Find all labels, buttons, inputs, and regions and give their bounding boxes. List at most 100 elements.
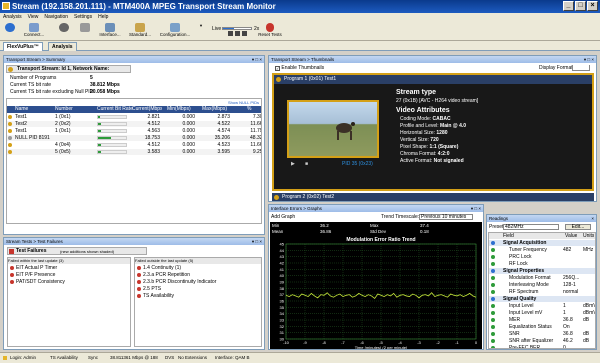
show-null-toggle[interactable]: Show NULL PIDs	[228, 100, 259, 105]
program-1-header[interactable]: Program 1 (0x01) Test1	[274, 75, 592, 84]
table-row[interactable]: 4 (0x4) 4.512 0.000 4.523 11.66%	[7, 142, 261, 148]
pid-label: PID 35 (0x23)	[342, 161, 373, 167]
reset-tests-button[interactable]: Reset Tests	[256, 23, 284, 40]
table-row[interactable]: Test1 1 (0x1) 2.821 0.000 2.873 7.30%	[7, 114, 261, 120]
readings-row[interactable]: Interleaving Mode 128-1	[489, 282, 595, 288]
panel-controls[interactable]: ▾ □ ×	[584, 56, 594, 63]
video-attribute: Pixel Shape: 1:1 (Square)	[400, 144, 591, 151]
col-number[interactable]: Number	[55, 106, 85, 112]
tab-flexvuplus[interactable]: FlexVuPlus™	[3, 42, 43, 51]
row-max: 35.206	[214, 135, 230, 141]
enable-thumbnails-checkbox[interactable]: ✓	[275, 66, 280, 71]
edit-button[interactable]: Edit...	[565, 224, 591, 230]
panel-controls[interactable]: ▾ □ ×	[252, 238, 262, 245]
configuration-button[interactable]: Configuration...	[157, 23, 193, 40]
readings-row[interactable]: PRC Lock	[489, 254, 595, 260]
row-number: 2 (0x2)	[55, 121, 71, 127]
test-item[interactable]: 2.3.b PCR Discontinuity Indicator	[137, 279, 263, 285]
col-value: Value	[565, 233, 578, 239]
bitrate-bar	[97, 129, 127, 133]
reading-field: Tuner Frequency	[509, 247, 547, 253]
row-name	[15, 149, 55, 155]
readings-row[interactable]: Input Level mV 1 dBmV	[489, 310, 595, 316]
col-name[interactable]: Name	[15, 106, 45, 112]
menu-view[interactable]: View	[28, 13, 39, 21]
menu-analysis[interactable]: Analysis	[3, 13, 22, 21]
display-format-select[interactable]	[572, 65, 590, 71]
table-row[interactable]: 5 (0x5) 3.583 0.000 3.595 9.25%	[7, 149, 261, 155]
panel-controls[interactable]: ×	[591, 215, 594, 222]
interface-button[interactable]: Interface...	[96, 23, 124, 40]
record-button[interactable]	[54, 23, 74, 40]
col-max[interactable]: Max(Mbps)	[202, 106, 232, 112]
rate-slider[interactable]	[222, 27, 252, 30]
table-row[interactable]: NULL PID 8191 18.753 0.000 35.206 48.32%	[7, 135, 261, 141]
col-percent[interactable]: %	[247, 106, 259, 112]
test-item[interactable]: EIT Actual P Timer	[10, 265, 132, 271]
summary-panel: Transport Stream > Summary ▾ □ × Transpor…	[3, 55, 265, 235]
preset-select[interactable]: 482MHz	[503, 224, 559, 230]
test-item[interactable]: 1.4 Continuity (1)	[137, 265, 263, 271]
connect-label: Connect...	[23, 32, 45, 37]
test-item[interactable]: PAT/SDT Consistency	[10, 279, 132, 285]
tab-analysis[interactable]: Analysis	[48, 42, 77, 51]
col-min[interactable]: Min(Mbps)	[167, 106, 197, 112]
stop-icon[interactable]	[228, 31, 233, 36]
program-2-header[interactable]: Program 2 (0x02) Test2	[272, 193, 594, 201]
readings-row[interactable]: Pre-FEC BER 0	[489, 345, 595, 349]
view-tabs: FlexVuPlus™ Analysis	[0, 41, 600, 51]
connect-button[interactable]: Connect...	[20, 23, 48, 40]
readings-row[interactable]: MER 36.8 dB	[489, 317, 595, 323]
x-tick-label: -10	[283, 340, 290, 345]
test-item[interactable]: 2.5 PTS	[137, 286, 263, 292]
add-graph-button[interactable]: Add Graph	[271, 214, 295, 220]
attribute-value: Not signaled	[433, 158, 464, 164]
test-item[interactable]: EIT P/F Presence	[10, 272, 132, 278]
maximize-button[interactable]: □	[575, 1, 586, 11]
panel-controls[interactable]: ▾ □ ×	[252, 56, 262, 63]
play-icon[interactable]: ▶	[291, 161, 295, 167]
menu-settings[interactable]: Settings	[74, 13, 92, 21]
stop-icon[interactable]: ■	[305, 161, 308, 167]
minimize-button[interactable]: _	[563, 1, 574, 11]
reading-field: RF Lock	[509, 261, 528, 267]
reset-icon	[266, 23, 274, 32]
readings-row[interactable]: Modulation Format 256Q...	[489, 275, 595, 281]
dropdown-arrow[interactable]: ▾	[196, 23, 206, 40]
table-row[interactable]: Test1 1 (0x1) 4.563 0.000 4.574 11.79%	[7, 128, 261, 134]
col-current[interactable]: Current(Mbps)	[132, 106, 162, 112]
close-button[interactable]: ×	[587, 1, 598, 11]
trend-timescale-select[interactable]: Previous 10 minutes	[419, 214, 473, 220]
app-icon	[2, 2, 10, 10]
menu-help[interactable]: Help	[98, 13, 108, 21]
readings-row[interactable]: Tuner Frequency 482 MHz	[489, 247, 595, 253]
test-item[interactable]: TS Availability	[137, 293, 263, 299]
test-item[interactable]: 2.3.a PCR Repetition	[137, 272, 263, 278]
reading-units	[583, 254, 595, 260]
tests-panel-title: Stream Tests > Test Failures	[6, 239, 63, 244]
reading-value: 36.8	[563, 331, 573, 337]
readings-row[interactable]: SNR after Equalizer 46.2 dB	[489, 338, 595, 344]
ok-icon	[491, 311, 495, 315]
video-thumbnail[interactable]	[287, 100, 379, 158]
readings-row[interactable]: Equalization Status On	[489, 324, 595, 330]
readings-row[interactable]: RF Spectrum normal	[489, 289, 595, 295]
reading-field: Pre-FEC BER	[509, 345, 541, 349]
table-row[interactable]: Test2 2 (0x2) 4.512 0.000 4.522 11.66%	[7, 121, 261, 127]
col-current-bitrate[interactable]: Current Bit Rate	[97, 106, 137, 112]
bitrate-bar-fill	[98, 137, 112, 139]
pause-button[interactable]	[76, 23, 94, 40]
test-name: 1.4 Continuity (1)	[143, 265, 182, 271]
row-percent: 7.30%	[252, 114, 261, 120]
next-icon[interactable]	[242, 31, 247, 36]
panel-controls[interactable]: ▾ □ ×	[471, 205, 481, 212]
readings-row[interactable]: Input Level 1 dBmV	[489, 303, 595, 309]
standard-button[interactable]: Standard...	[126, 23, 154, 40]
summary-panel-title: Transport Stream > Summary	[6, 57, 66, 62]
back-button[interactable]	[3, 23, 17, 40]
menu-navigation[interactable]: Navigation	[44, 13, 68, 21]
play-icon[interactable]	[235, 31, 240, 36]
y-tick-label: 42	[280, 261, 285, 266]
readings-row[interactable]: SNR 36.8 dB	[489, 331, 595, 337]
readings-row[interactable]: RF Lock	[489, 261, 595, 267]
